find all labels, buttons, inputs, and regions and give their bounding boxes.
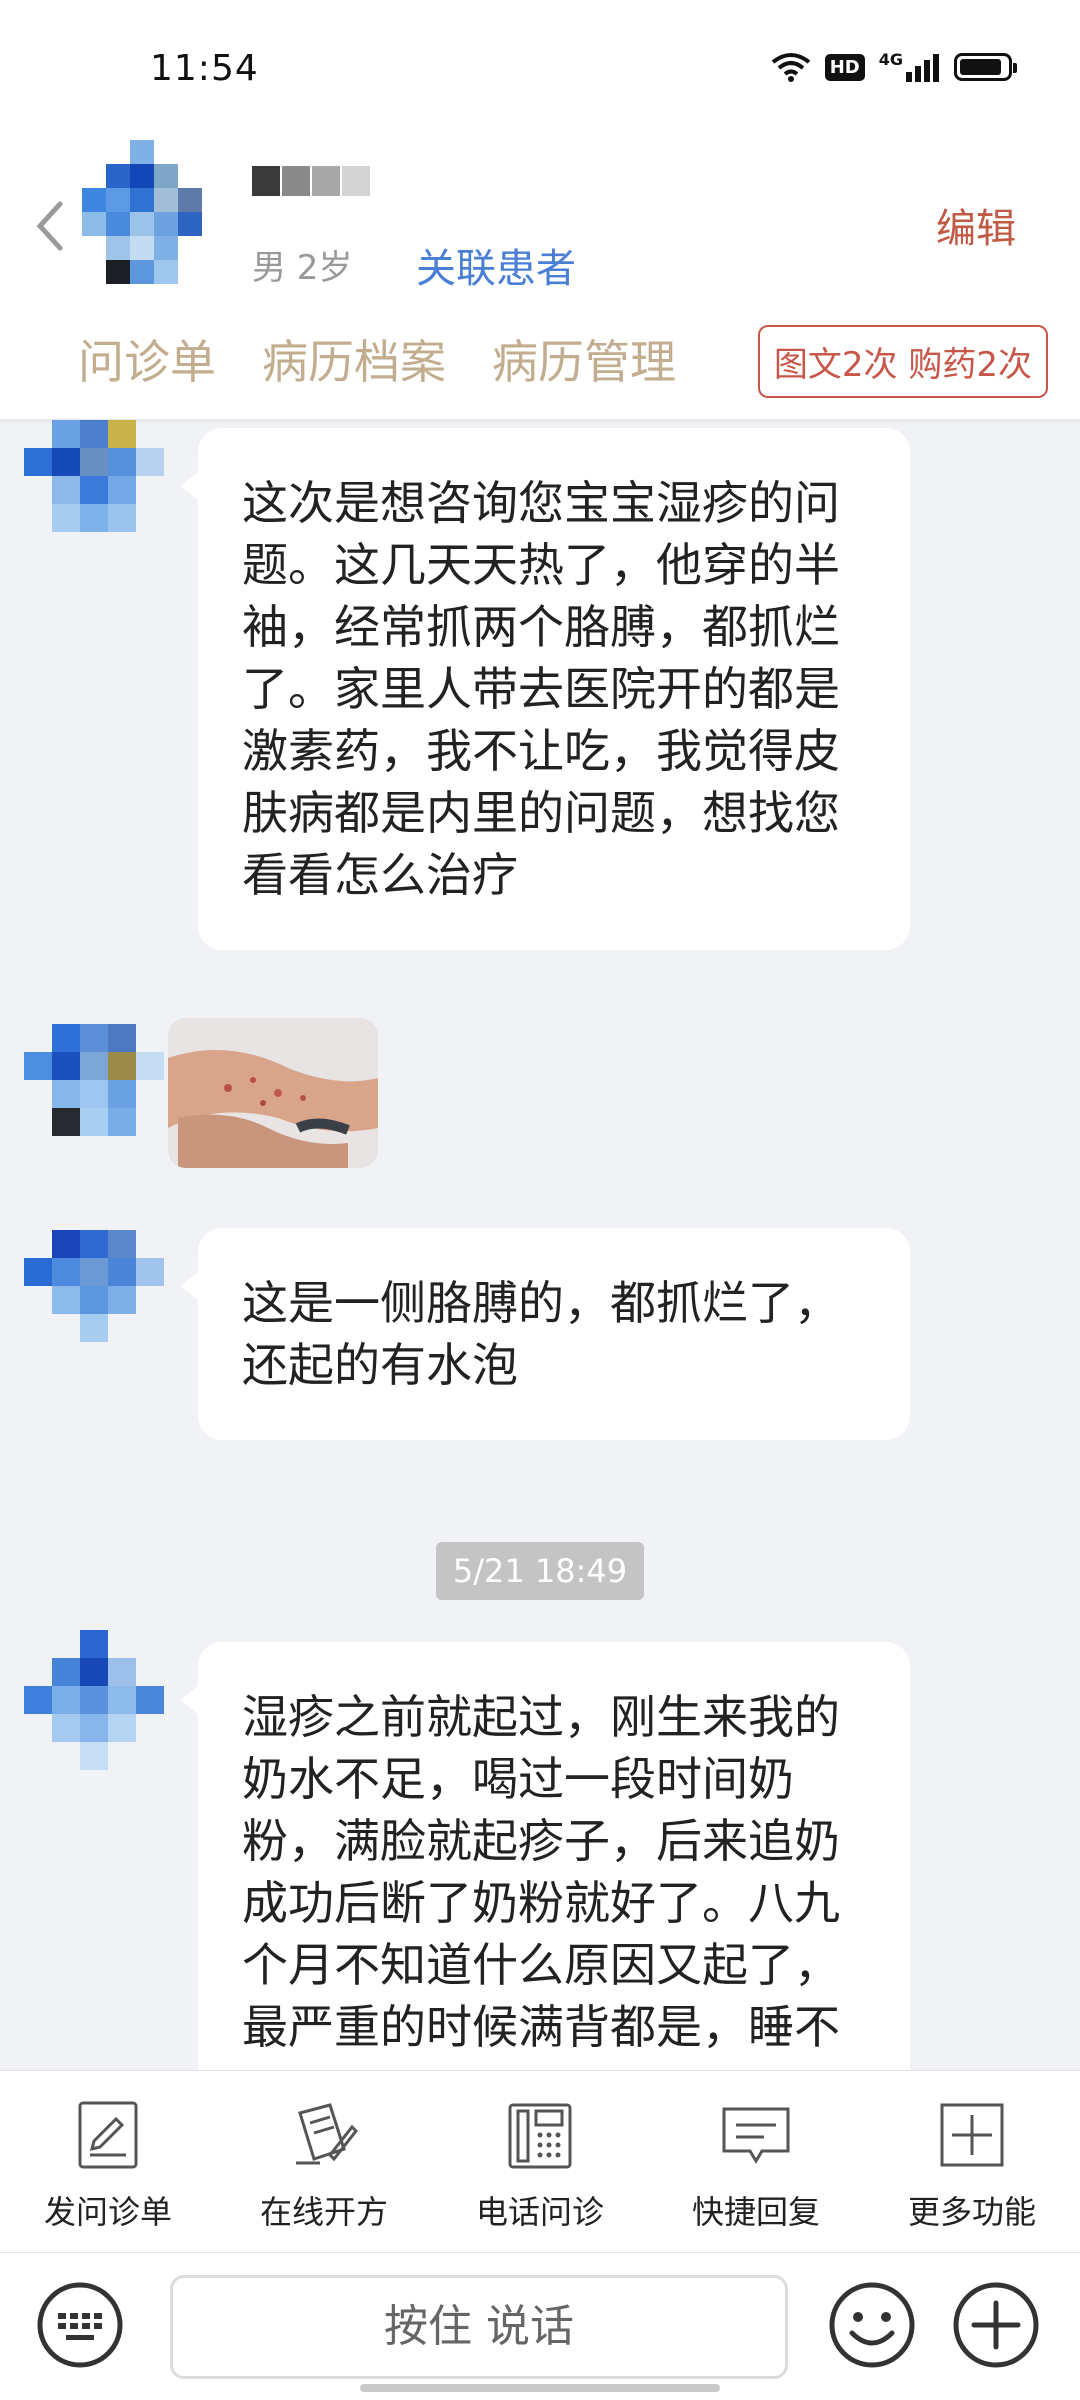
tool-label: 更多功能 [907, 2193, 1036, 2231]
chat-header: 男 2岁 关联患者 编辑 问诊单 病历档案 病历管理 图文2次 购药2次 [0, 140, 1080, 420]
timestamp-pill: 5/21 18:49 [436, 1542, 644, 1600]
tool-label: 快捷回复 [691, 2193, 820, 2231]
edit-button[interactable]: 编辑 [936, 196, 1016, 254]
tool-label: 发问诊单 [43, 2193, 172, 2231]
status-time: 11:54 [150, 48, 259, 89]
link-patient-button[interactable]: 关联患者 [416, 236, 576, 294]
tool-label: 电话问诊 [475, 2193, 604, 2231]
wifi-icon [771, 53, 810, 82]
rash-photo[interactable] [168, 1018, 378, 1168]
phone-icon [508, 2103, 572, 2169]
plus-box-icon [940, 2103, 1004, 2167]
patient-avatar[interactable] [82, 140, 228, 286]
tab-medical-records[interactable]: 病历档案 [262, 326, 446, 392]
action-toolbar: 发问诊单 在线开方 电话问诊 快捷回复 更多功能 [0, 2070, 1080, 2252]
message-bubble[interactable]: 湿疹之前就起过，刚生来我的奶水不足，喝过一段时间奶粉，满脸就起疹子，后来追奶成功… [180, 1642, 910, 2070]
tab-consult-form[interactable]: 问诊单 [78, 326, 216, 392]
more-functions-button[interactable]: 更多功能 [864, 2071, 1080, 2252]
patient-name-redacted [252, 166, 370, 196]
hd-badge: HD [824, 53, 865, 81]
sender-avatar[interactable] [24, 1230, 164, 1370]
emoji-icon[interactable] [828, 2281, 916, 2369]
keyboard-icon[interactable] [36, 2281, 124, 2369]
signal-icon: 4G [879, 52, 940, 82]
form-edit-icon [78, 2101, 138, 2169]
home-indicator[interactable] [360, 2384, 720, 2392]
back-icon[interactable] [32, 198, 68, 254]
battery-fill [960, 59, 1001, 75]
input-bar: 按住 说话 [0, 2252, 1080, 2400]
sender-avatar[interactable] [24, 1630, 164, 1770]
status-icons: HD 4G [771, 52, 1017, 82]
quick-reply-button[interactable]: 快捷回复 [648, 2071, 864, 2252]
patient-meta: 男 2岁 [252, 248, 353, 288]
tool-label: 在线开方 [259, 2193, 388, 2231]
message-icon [722, 2107, 790, 2164]
status-bar: 11:54 HD 4G [0, 0, 1080, 140]
header-tabs: 问诊单 病历档案 病历管理 [78, 326, 676, 392]
online-prescription-button[interactable]: 在线开方 [216, 2071, 432, 2252]
hold-to-talk-button[interactable]: 按住 说话 [170, 2275, 788, 2379]
phone-consult-button[interactable]: 电话问诊 [432, 2071, 648, 2252]
sender-avatar[interactable] [24, 420, 164, 560]
service-count-badge[interactable]: 图文2次 购药2次 [757, 325, 1048, 398]
message-bubble[interactable]: 这次是想咨询您宝宝湿疹的问题。这几天天热了，他穿的半袖，经常抓两个胳膊，都抓烂了… [180, 428, 910, 950]
send-consult-form-button[interactable]: 发问诊单 [0, 2071, 216, 2252]
message-bubble[interactable]: 这是一侧胳膊的，都抓烂了，还起的有水泡 [180, 1228, 910, 1440]
network-label: 4G [878, 50, 903, 69]
chat-message-list[interactable]: 这次是想咨询您宝宝湿疹的问题。这几天天热了，他穿的半袖，经常抓两个胳膊，都抓烂了… [0, 420, 1080, 2070]
battery-icon [954, 53, 1017, 81]
tab-record-management[interactable]: 病历管理 [492, 326, 676, 392]
add-icon[interactable] [952, 2281, 1040, 2369]
prescription-icon [296, 2103, 359, 2165]
sender-avatar[interactable] [24, 1024, 164, 1164]
